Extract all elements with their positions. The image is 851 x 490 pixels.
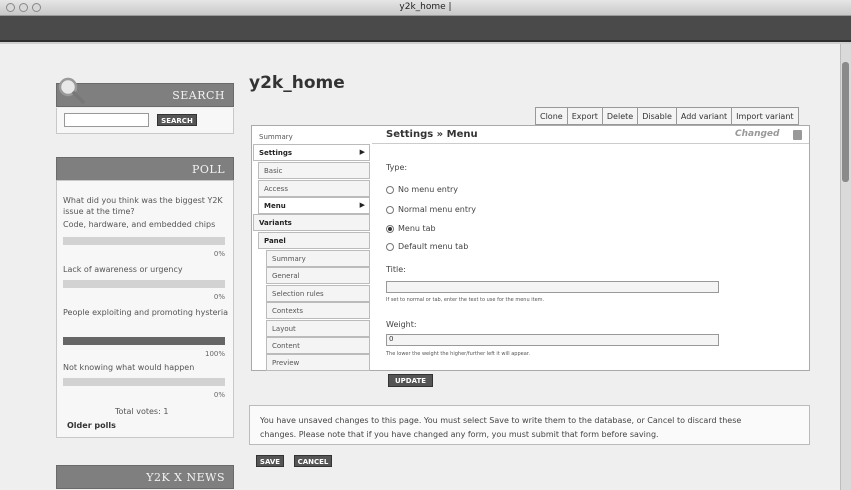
poll-option-percent: 100% — [204, 350, 225, 358]
poll-option-label: Code, hardware, and embedded chips — [63, 220, 216, 229]
poll-block-heading: POLL — [56, 157, 234, 181]
nav-item-basic[interactable]: Basic — [258, 162, 370, 179]
radio-label: Menu tab — [398, 224, 436, 233]
lock-icon — [793, 130, 802, 140]
weight-label: Weight: — [386, 320, 417, 329]
radio-default-menu-tab[interactable] — [386, 243, 394, 251]
poll-option-bar — [63, 237, 225, 245]
radio-menu-tab[interactable] — [386, 225, 394, 233]
nav-item-access[interactable]: Access — [258, 180, 370, 197]
message-line: You have unsaved changes to this page. Y… — [260, 416, 742, 425]
divider — [372, 143, 809, 144]
title-field[interactable] — [386, 281, 719, 293]
poll-option-bar — [63, 337, 225, 345]
poll-option-percent: 0% — [213, 391, 225, 399]
nav-item-selection-rules[interactable]: Selection rules — [266, 285, 370, 302]
nav-item-general[interactable]: General — [266, 267, 370, 284]
window-titlebar: y2k_home | — [0, 0, 851, 16]
nav-item-panel-summary[interactable]: Summary — [266, 250, 370, 267]
poll-option-bar — [63, 378, 225, 386]
message-line: changes. Please note that if you have ch… — [260, 430, 659, 439]
nav-item-label: Settings — [259, 149, 293, 157]
cancel-button[interactable]: CANCEL — [294, 455, 332, 467]
nav-item-preview[interactable]: Preview — [266, 354, 370, 371]
poll-total-votes: Total votes: 1 — [115, 407, 169, 416]
import-variant-tab[interactable]: Import variant — [732, 108, 797, 124]
magnifier-icon — [58, 77, 85, 104]
nav-item-layout[interactable]: Layout — [266, 320, 370, 337]
type-label: Type: — [386, 163, 408, 172]
save-button[interactable]: SAVE — [256, 455, 284, 467]
search-input[interactable] — [64, 113, 149, 127]
radio-label: Default menu tab — [398, 242, 469, 251]
clone-tab[interactable]: Clone — [536, 108, 568, 124]
export-tab[interactable]: Export — [568, 108, 603, 124]
weight-help-text: The lower the weight the higher/further … — [386, 351, 530, 357]
poll-option-label: Lack of awareness or urgency — [63, 265, 183, 274]
news-block-heading: Y2K X NEWS — [56, 465, 234, 489]
settings-title: Settings » Menu — [386, 129, 478, 140]
add-variant-tab[interactable]: Add variant — [677, 108, 733, 124]
title-help-text: If set to normal or tab, enter the text … — [386, 297, 545, 303]
caret-right-icon: ▶ — [359, 201, 365, 209]
nav-item-menu[interactable]: Menu ▶ — [258, 197, 370, 214]
changed-indicator: Changed — [735, 129, 780, 139]
unsaved-changes-message: You have unsaved changes to this page. Y… — [249, 405, 810, 445]
scrollbar-thumb[interactable] — [842, 62, 849, 182]
disable-tab[interactable]: Disable — [638, 108, 677, 124]
title-label: Title: — [386, 265, 406, 274]
radio-no-menu-entry[interactable] — [386, 186, 394, 194]
nav-item-contexts[interactable]: Contexts — [266, 302, 370, 319]
site-header-bar — [0, 16, 851, 42]
radio-label: No menu entry — [398, 185, 458, 194]
nav-item-label: Menu — [264, 202, 286, 210]
poll-option-fill — [63, 337, 225, 345]
nav-item-settings[interactable]: Settings ▶ — [253, 144, 370, 161]
delete-tab[interactable]: Delete — [603, 108, 639, 124]
radio-normal-menu-entry[interactable] — [386, 206, 394, 214]
radio-label: Normal menu entry — [398, 205, 477, 214]
poll-option-label: Not knowing what would happen — [63, 363, 195, 372]
update-button[interactable]: UPDATE — [388, 374, 433, 387]
nav-item-content[interactable]: Content — [266, 337, 370, 354]
poll-option-percent: 0% — [213, 250, 225, 258]
poll-question: What did you think was the biggest Y2K i… — [63, 196, 223, 216]
nav-item-summary[interactable]: Summary — [253, 128, 370, 145]
search-button[interactable]: SEARCH — [157, 114, 197, 126]
older-polls-link[interactable]: Older polls — [67, 420, 116, 431]
window-title: y2k_home | — [399, 2, 452, 12]
poll-option-bar — [63, 280, 225, 288]
poll-option-percent: 0% — [213, 293, 225, 301]
action-tabs: Clone Export Delete Disable Add variant … — [535, 107, 799, 125]
page-title: y2k_home — [249, 73, 345, 93]
caret-right-icon: ▶ — [359, 148, 365, 156]
weight-field[interactable]: 0 — [386, 334, 719, 346]
nav-item-variants[interactable]: Variants — [253, 214, 370, 231]
nav-item-panel[interactable]: Panel — [258, 232, 370, 249]
poll-option-label: People exploiting and promoting hysteria — [63, 308, 228, 317]
